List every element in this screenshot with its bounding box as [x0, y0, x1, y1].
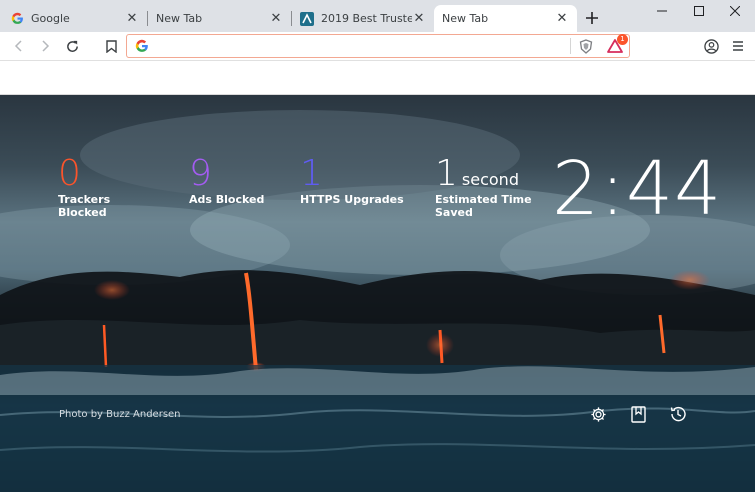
trackers-count: 0: [58, 153, 81, 194]
tab-new-tab-active[interactable]: New Tab ✕: [434, 5, 577, 32]
plus-icon: [586, 12, 598, 24]
bookmarks-button[interactable]: [627, 403, 649, 425]
gear-icon: [590, 406, 606, 422]
maximize-icon: [694, 6, 704, 16]
stat-time-saved: 1 second Estimated Time Saved: [435, 153, 532, 220]
tab-title: Google: [31, 12, 70, 25]
reload-icon: [66, 40, 78, 52]
new-tab-button[interactable]: [582, 8, 602, 28]
minimize-icon: [657, 10, 667, 12]
history-button[interactable]: [667, 403, 689, 425]
reload-button[interactable]: [61, 35, 83, 57]
time-count: 1: [435, 153, 458, 194]
stat-https-upgrades: 1 HTTPS Upgrades: [300, 153, 404, 207]
bookmarks-bar: [0, 61, 755, 95]
tab-strip: Google ✕ New Tab ✕ 2019 Best Trusted VPN…: [0, 0, 755, 32]
tab-title: 2019 Best Trusted VPN: [321, 12, 412, 25]
close-window-button[interactable]: [715, 0, 755, 22]
stat-trackers-blocked: 0 Trackers Blocked: [58, 153, 111, 220]
https-count: 1: [300, 153, 323, 194]
forward-arrow-icon: [42, 40, 50, 52]
close-icon[interactable]: ✕: [412, 11, 426, 26]
close-icon[interactable]: ✕: [269, 11, 283, 26]
address-bar[interactable]: 1: [126, 34, 630, 58]
brave-shield-button[interactable]: [577, 37, 595, 55]
tab-new-tab-1[interactable]: New Tab ✕: [148, 5, 291, 32]
google-g-icon: [10, 12, 24, 26]
close-icon: [730, 6, 740, 16]
omnibox-divider: [570, 38, 571, 54]
brave-shield-icon: [579, 38, 593, 54]
address-input[interactable]: [149, 36, 564, 56]
ads-label: Ads Blocked: [189, 193, 265, 206]
forward-button[interactable]: [34, 35, 56, 57]
vpn-site-icon: [300, 11, 314, 26]
hamburger-menu-icon: [733, 41, 743, 51]
photo-credit: Photo by Buzz Andersen: [59, 409, 181, 420]
bookmarks-icon: [630, 405, 646, 423]
google-g-icon: [135, 39, 148, 52]
maximize-button[interactable]: [679, 0, 719, 22]
settings-button[interactable]: [587, 403, 609, 425]
back-arrow-icon: [14, 40, 22, 52]
time-label-line2: Saved: [435, 206, 473, 219]
https-label: HTTPS Upgrades: [300, 193, 404, 206]
trackers-label-line2: Blocked: [58, 206, 107, 219]
close-icon[interactable]: ✕: [555, 11, 569, 26]
bookmark-button[interactable]: [100, 35, 122, 57]
profile-icon: [703, 38, 719, 54]
time-label-line1: Estimated Time: [435, 193, 532, 206]
brave-rewards-button[interactable]: 1: [605, 34, 628, 55]
minimize-button[interactable]: [642, 0, 682, 22]
new-tab-page: 0 Trackers Blocked 9 Ads Blocked 1 HTTPS…: [0, 95, 755, 492]
history-icon: [670, 406, 686, 422]
toolbar: 1: [0, 32, 755, 61]
close-icon[interactable]: ✕: [125, 11, 139, 26]
stat-ads-blocked: 9 Ads Blocked: [189, 153, 265, 207]
clock: 2:44: [552, 146, 723, 232]
back-button[interactable]: [8, 35, 30, 57]
tab-vpn[interactable]: 2019 Best Trusted VPN ✕: [292, 5, 434, 32]
time-unit: second: [461, 170, 519, 189]
tab-google[interactable]: Google ✕: [2, 5, 147, 32]
profile-button[interactable]: [700, 35, 722, 57]
rewards-badge: 1: [617, 34, 628, 45]
trackers-label-line1: Trackers: [58, 193, 111, 206]
tab-title: New Tab: [156, 12, 203, 25]
menu-button[interactable]: [727, 35, 749, 57]
bookmark-icon: [105, 39, 117, 53]
tab-title: New Tab: [442, 12, 489, 25]
ads-count: 9: [189, 153, 212, 194]
